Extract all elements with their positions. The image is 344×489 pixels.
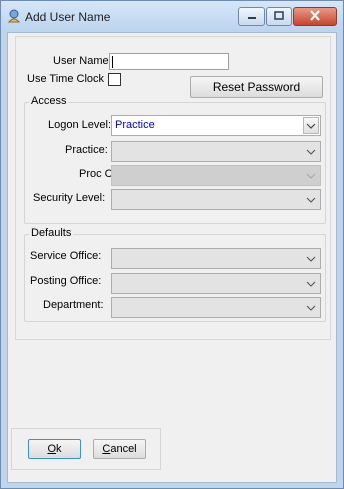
dialog-client-area: User Name Use Time Clock Reset Password … xyxy=(7,32,337,483)
chevron-down-icon[interactable] xyxy=(303,250,319,267)
main-panel: User Name Use Time Clock Reset Password … xyxy=(15,36,331,340)
app-icon xyxy=(7,9,21,23)
service-office-label: Service Office: xyxy=(30,250,102,262)
logon-level-label: Logon Level: xyxy=(48,119,111,131)
access-group: Access Logon Level: Practice Practice: P… xyxy=(24,95,326,224)
maximize-button[interactable] xyxy=(266,7,292,26)
chevron-down-icon[interactable] xyxy=(303,117,319,134)
department-label: Department: xyxy=(43,299,104,311)
reset-password-button[interactable]: Reset Password xyxy=(190,76,323,98)
use-time-clock-label: Use Time Clock xyxy=(27,73,105,85)
security-level-dropdown[interactable] xyxy=(111,189,321,210)
ok-mnemonic: O xyxy=(47,443,57,455)
title-bar[interactable]: Add User Name xyxy=(1,1,343,31)
ok-button[interactable]: Ok xyxy=(28,439,81,459)
chevron-down-icon[interactable] xyxy=(303,191,319,208)
practice-label: Practice: xyxy=(65,144,108,156)
chevron-down-icon xyxy=(303,167,319,184)
chevron-down-icon[interactable] xyxy=(303,275,319,292)
use-time-clock-checkbox[interactable] xyxy=(108,73,121,86)
add-user-name-window: Add User Name User Name Use Time Clock R… xyxy=(0,0,344,489)
user-name-label: User Name xyxy=(53,55,109,67)
logon-level-dropdown[interactable]: Practice xyxy=(111,115,321,136)
posting-office-dropdown[interactable] xyxy=(111,273,321,294)
close-button[interactable] xyxy=(293,7,337,26)
access-group-title: Access xyxy=(29,95,69,107)
maximize-icon xyxy=(274,10,284,23)
minimize-icon xyxy=(247,11,257,23)
security-level-label: Security Level: xyxy=(33,192,106,204)
cancel-label-rest: ancel xyxy=(110,443,137,455)
proc-ctr-dropdown xyxy=(111,165,321,186)
user-name-input[interactable] xyxy=(109,53,229,70)
chevron-down-icon[interactable] xyxy=(303,143,319,160)
close-icon xyxy=(309,9,321,24)
service-office-dropdown[interactable] xyxy=(111,248,321,269)
posting-office-label: Posting Office: xyxy=(30,275,102,287)
cancel-button[interactable]: Cancel xyxy=(93,439,146,459)
logon-level-value: Practice xyxy=(115,119,155,131)
practice-dropdown[interactable] xyxy=(111,141,321,162)
action-buttons-panel: Ok Cancel xyxy=(11,428,161,470)
minimize-button[interactable] xyxy=(238,7,265,26)
chevron-down-icon[interactable] xyxy=(303,299,319,316)
defaults-group-title: Defaults xyxy=(29,227,74,239)
defaults-group: Defaults Service Office: Posting Office:… xyxy=(24,227,326,322)
ok-label-rest: k xyxy=(56,443,62,455)
department-dropdown[interactable] xyxy=(111,297,321,318)
window-title: Add User Name xyxy=(25,10,111,24)
text-caret xyxy=(112,56,113,68)
